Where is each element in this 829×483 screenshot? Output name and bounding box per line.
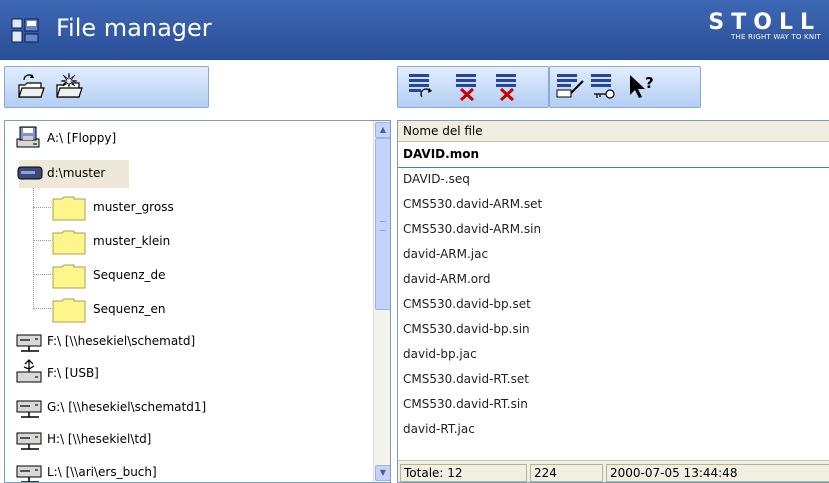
tree-item-label: muster_gross — [93, 200, 174, 214]
hard-disk-icon — [17, 166, 43, 180]
file-toolbar: ? — [395, 60, 829, 120]
file-row[interactable]: CMS530.david-ARM.sin — [403, 222, 541, 246]
file-row[interactable]: david-ARM.jac — [403, 247, 488, 271]
tree-item-sequenz-de[interactable]: Sequenz_de — [5, 260, 371, 290]
tree-item-label: H:\ [\\hesekiel\td] — [47, 432, 152, 446]
new-folder-icon[interactable] — [53, 71, 83, 101]
tree-item-d-muster[interactable]: d:\muster — [5, 158, 371, 188]
security-key-icon[interactable] — [588, 71, 618, 101]
delete-icon[interactable] — [453, 71, 483, 101]
brand-logo: STOLL THE RIGHT WAY TO KNIT — [708, 10, 821, 41]
page-title: File manager — [56, 14, 212, 42]
network-drive-icon — [16, 334, 42, 352]
file-toolbar-group-1 — [397, 66, 549, 108]
tree-item-f-schematd[interactable]: F:\ [\\hesekiel\schematd] — [5, 326, 371, 356]
file-list[interactable]: Nome del file DAVID.mon DAVID-.seq CMS53… — [397, 120, 829, 483]
file-row[interactable]: CMS530.david-bp.sin — [403, 322, 530, 346]
folder-icon — [52, 196, 86, 221]
tree-item-floppy[interactable]: A:\ [Floppy] — [5, 123, 371, 153]
network-drive-icon — [16, 400, 42, 418]
tree-item-label: muster_klein — [93, 234, 171, 248]
tree-item-label: Sequenz_en — [93, 302, 166, 316]
scrollbar-grip — [380, 221, 386, 231]
tree-item-f-usb[interactable]: F:\ [USB] — [5, 358, 371, 388]
tree-toolbar — [0, 60, 395, 120]
scroll-up-icon[interactable]: ▲ — [375, 122, 390, 138]
network-drive-icon — [16, 465, 42, 482]
tree-item-label: d:\muster — [47, 166, 106, 180]
refresh-list-icon[interactable] — [406, 71, 436, 101]
title-bar: File manager STOLL THE RIGHT WAY TO KNIT — [0, 0, 829, 60]
tree-scrollbar[interactable]: ▲ ▼ — [373, 121, 390, 482]
tree-item-sequenz-en[interactable]: Sequenz_en — [5, 294, 371, 324]
file-row[interactable]: CMS530.david-bp.set — [403, 297, 531, 321]
tree-item-muster-gross[interactable]: muster_gross — [5, 192, 371, 222]
tree-item-label: A:\ [Floppy] — [47, 131, 117, 145]
folder-tree[interactable]: A:\ [Floppy] d:\muster muster_gross must… — [4, 120, 391, 483]
help-pointer-icon[interactable]: ? — [626, 71, 656, 101]
folder-icon — [52, 264, 86, 289]
file-manager-app-icon — [11, 18, 39, 43]
tree-item-label: L:\ [\\ari\ers_buch] — [47, 465, 157, 479]
refresh-folder-icon[interactable] — [15, 71, 45, 101]
help-glyph: ? — [645, 74, 654, 92]
scrollbar-thumb[interactable] — [375, 138, 390, 310]
tree-toolbar-group — [4, 66, 209, 108]
network-drive-icon — [16, 432, 42, 450]
file-row[interactable]: david-ARM.ord — [403, 272, 491, 296]
file-row[interactable]: CMS530.david-RT.sin — [403, 397, 528, 421]
scroll-down-icon[interactable]: ▼ — [375, 465, 390, 481]
status-datetime: 2000-07-05 13:44:48 — [606, 464, 829, 482]
tree-item-label: F:\ [USB] — [47, 366, 99, 380]
brand-name: STOLL — [708, 10, 821, 35]
file-row[interactable]: CMS530.david-RT.set — [403, 372, 529, 396]
selection-underline — [398, 167, 829, 168]
floppy-drive-icon — [16, 126, 40, 148]
column-header-label: Nome del file — [403, 124, 483, 138]
tree-item-g-schematd1[interactable]: G:\ [\\hesekiel\schematd1] — [5, 392, 371, 422]
file-row[interactable]: CMS530.david-ARM.set — [403, 197, 542, 221]
tree-item-muster-klein[interactable]: muster_klein — [5, 226, 371, 256]
file-row[interactable]: david-bp.jac — [403, 347, 477, 371]
tree-item-label: F:\ [\\hesekiel\schematd] — [47, 334, 196, 348]
tree-item-l-ers-buch[interactable]: L:\ [\\ari\ers_buch] — [5, 457, 371, 482]
column-header-filename[interactable]: Nome del file — [398, 121, 829, 142]
status-bar: Totale: 12 224 2000-07-05 13:44:48 — [398, 460, 829, 482]
tree-item-label: Sequenz_de — [93, 268, 166, 282]
tree-item-h-td[interactable]: H:\ [\\hesekiel\td] — [5, 424, 371, 454]
status-total: Totale: 12 — [400, 464, 527, 482]
folder-icon — [52, 298, 86, 323]
status-size: 224 — [530, 464, 603, 482]
properties-icon[interactable] — [555, 71, 585, 101]
file-toolbar-group-2: ? — [549, 66, 701, 108]
file-row[interactable]: david-RT.jac — [403, 422, 475, 446]
delete-all-icon[interactable] — [493, 71, 523, 101]
usb-drive-icon — [16, 359, 42, 383]
folder-icon — [52, 230, 86, 255]
tree-item-label: G:\ [\\hesekiel\schematd1] — [47, 400, 207, 414]
file-row[interactable]: DAVID-.seq — [403, 172, 470, 196]
